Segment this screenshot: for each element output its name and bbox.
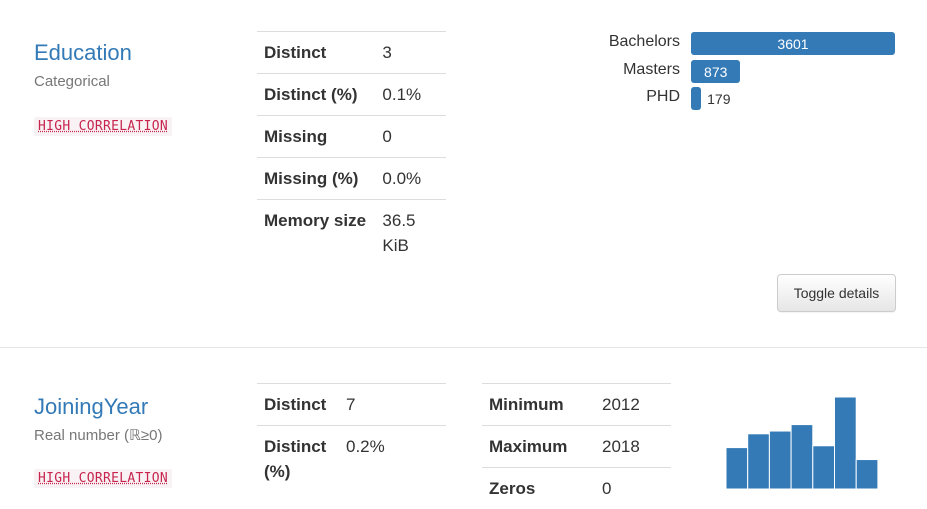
stat-value: 7	[339, 384, 446, 426]
histogram-bar	[791, 425, 813, 489]
histogram-bar	[726, 448, 748, 489]
histogram-bar	[748, 434, 770, 489]
stat-label: Distinct	[257, 32, 375, 74]
stats-table: Distinct 7 Distinct (%) 0.2%	[257, 383, 446, 492]
section-divider	[0, 347, 927, 348]
stat-label: Distinct (%)	[257, 426, 339, 493]
category-value-label: 179	[707, 91, 730, 107]
category-label: Masters	[560, 61, 680, 79]
stat-label: Maximum	[482, 426, 595, 468]
stat-value: 0.2%	[339, 426, 446, 493]
category-value-label: 873	[691, 64, 740, 80]
table-row: Minimum 2012	[482, 384, 671, 426]
histogram-chart	[720, 390, 885, 490]
table-row: Zeros 0	[482, 468, 671, 509]
stat-value: 3	[375, 32, 446, 74]
toggle-details-button[interactable]: Toggle details	[777, 274, 896, 312]
variable-type: Real number (ℝ≥0)	[34, 426, 163, 444]
stat-label: Distinct	[257, 384, 339, 426]
table-row: Distinct 7	[257, 384, 446, 426]
stat-label: Memory size	[257, 200, 375, 267]
badge-label: HIGH CORRELATION	[34, 469, 172, 488]
stat-value: 0.1%	[375, 74, 446, 116]
table-row: Distinct 3	[257, 32, 446, 74]
stat-value: 2018	[595, 426, 671, 468]
category-label: PHD	[560, 88, 680, 106]
table-row: Missing (%) 0.0%	[257, 158, 446, 200]
variable-name-education[interactable]: Education	[34, 40, 132, 66]
stat-label: Missing (%)	[257, 158, 375, 200]
variable-name-joiningyear[interactable]: JoiningYear	[34, 394, 148, 420]
stat-label: Zeros	[482, 468, 595, 509]
category-bar	[691, 87, 701, 110]
histogram-bar	[769, 431, 791, 489]
stats-table: Distinct 3 Distinct (%) 0.1% Missing 0 M…	[257, 31, 446, 266]
histogram-bar	[835, 397, 857, 489]
stat-value: 0	[375, 116, 446, 158]
table-row: Missing 0	[257, 116, 446, 158]
stat-value: 0	[595, 468, 671, 509]
stat-label: Missing	[257, 116, 375, 158]
table-row: Distinct (%) 0.1%	[257, 74, 446, 116]
histogram-bar	[813, 446, 835, 489]
high-correlation-badge: HIGH CORRELATION	[34, 469, 172, 487]
table-row: Memory size 36.5 KiB	[257, 200, 446, 267]
category-value-label: 3601	[691, 36, 895, 52]
variable-type: Categorical	[34, 73, 110, 90]
stat-label: Minimum	[482, 384, 595, 426]
table-row: Distinct (%) 0.2%	[257, 426, 446, 493]
badge-label: HIGH CORRELATION	[34, 117, 172, 136]
stat-value: 2012	[595, 384, 671, 426]
stats-table-2: Minimum 2012 Maximum 2018 Zeros 0	[482, 383, 671, 509]
table-row: Maximum 2018	[482, 426, 671, 468]
stat-value: 0.0%	[375, 158, 446, 200]
category-label: Bachelors	[560, 33, 680, 51]
stat-value: 36.5 KiB	[375, 200, 446, 267]
histogram-bar	[856, 460, 878, 489]
stat-label: Distinct (%)	[257, 74, 375, 116]
high-correlation-badge: HIGH CORRELATION	[34, 117, 172, 135]
category-bar-chart: Bachelors 3601 Masters 873 PHD 179	[560, 30, 900, 114]
